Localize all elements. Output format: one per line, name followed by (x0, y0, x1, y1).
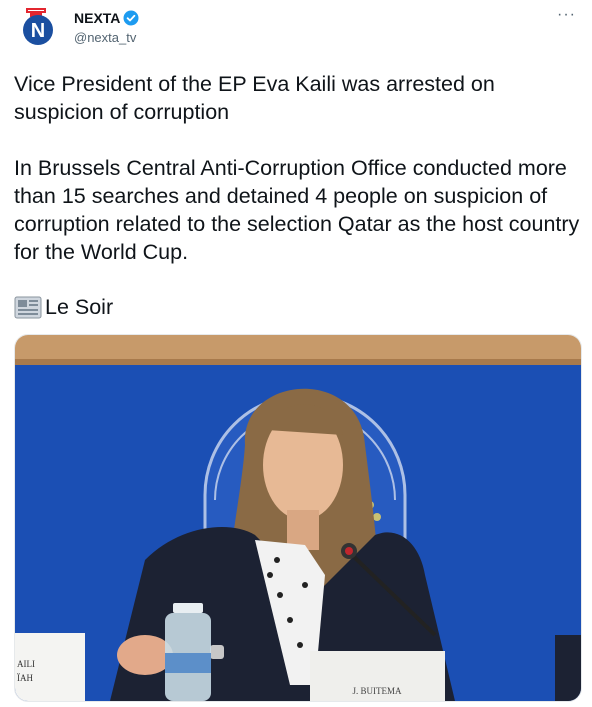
svg-text:N: N (31, 20, 45, 42)
tweet-photo[interactable]: AILI ÏAH J. BUITEMA (14, 334, 582, 702)
nameplate-right: J. BUITEMA (353, 686, 402, 696)
newspaper-icon (14, 296, 42, 319)
tweet-header: N NEXTA @nexta_tv ··· (14, 6, 578, 52)
nexta-logo-icon[interactable]: N (20, 8, 56, 46)
source-line: Le Soir (14, 294, 113, 320)
nameplate-left: AILI (17, 659, 35, 669)
author-name-row: NEXTA (74, 10, 139, 26)
verified-badge-icon (123, 10, 139, 26)
author-name[interactable]: NEXTA (74, 10, 120, 26)
author-handle[interactable]: @nexta_tv (74, 30, 136, 45)
source-label[interactable]: Le Soir (45, 295, 113, 320)
svg-text:ÏAH: ÏAH (17, 673, 33, 683)
tweet-text: Vice President of the EP Eva Kaili was a… (14, 72, 580, 264)
more-options-button[interactable]: ··· (557, 6, 576, 24)
